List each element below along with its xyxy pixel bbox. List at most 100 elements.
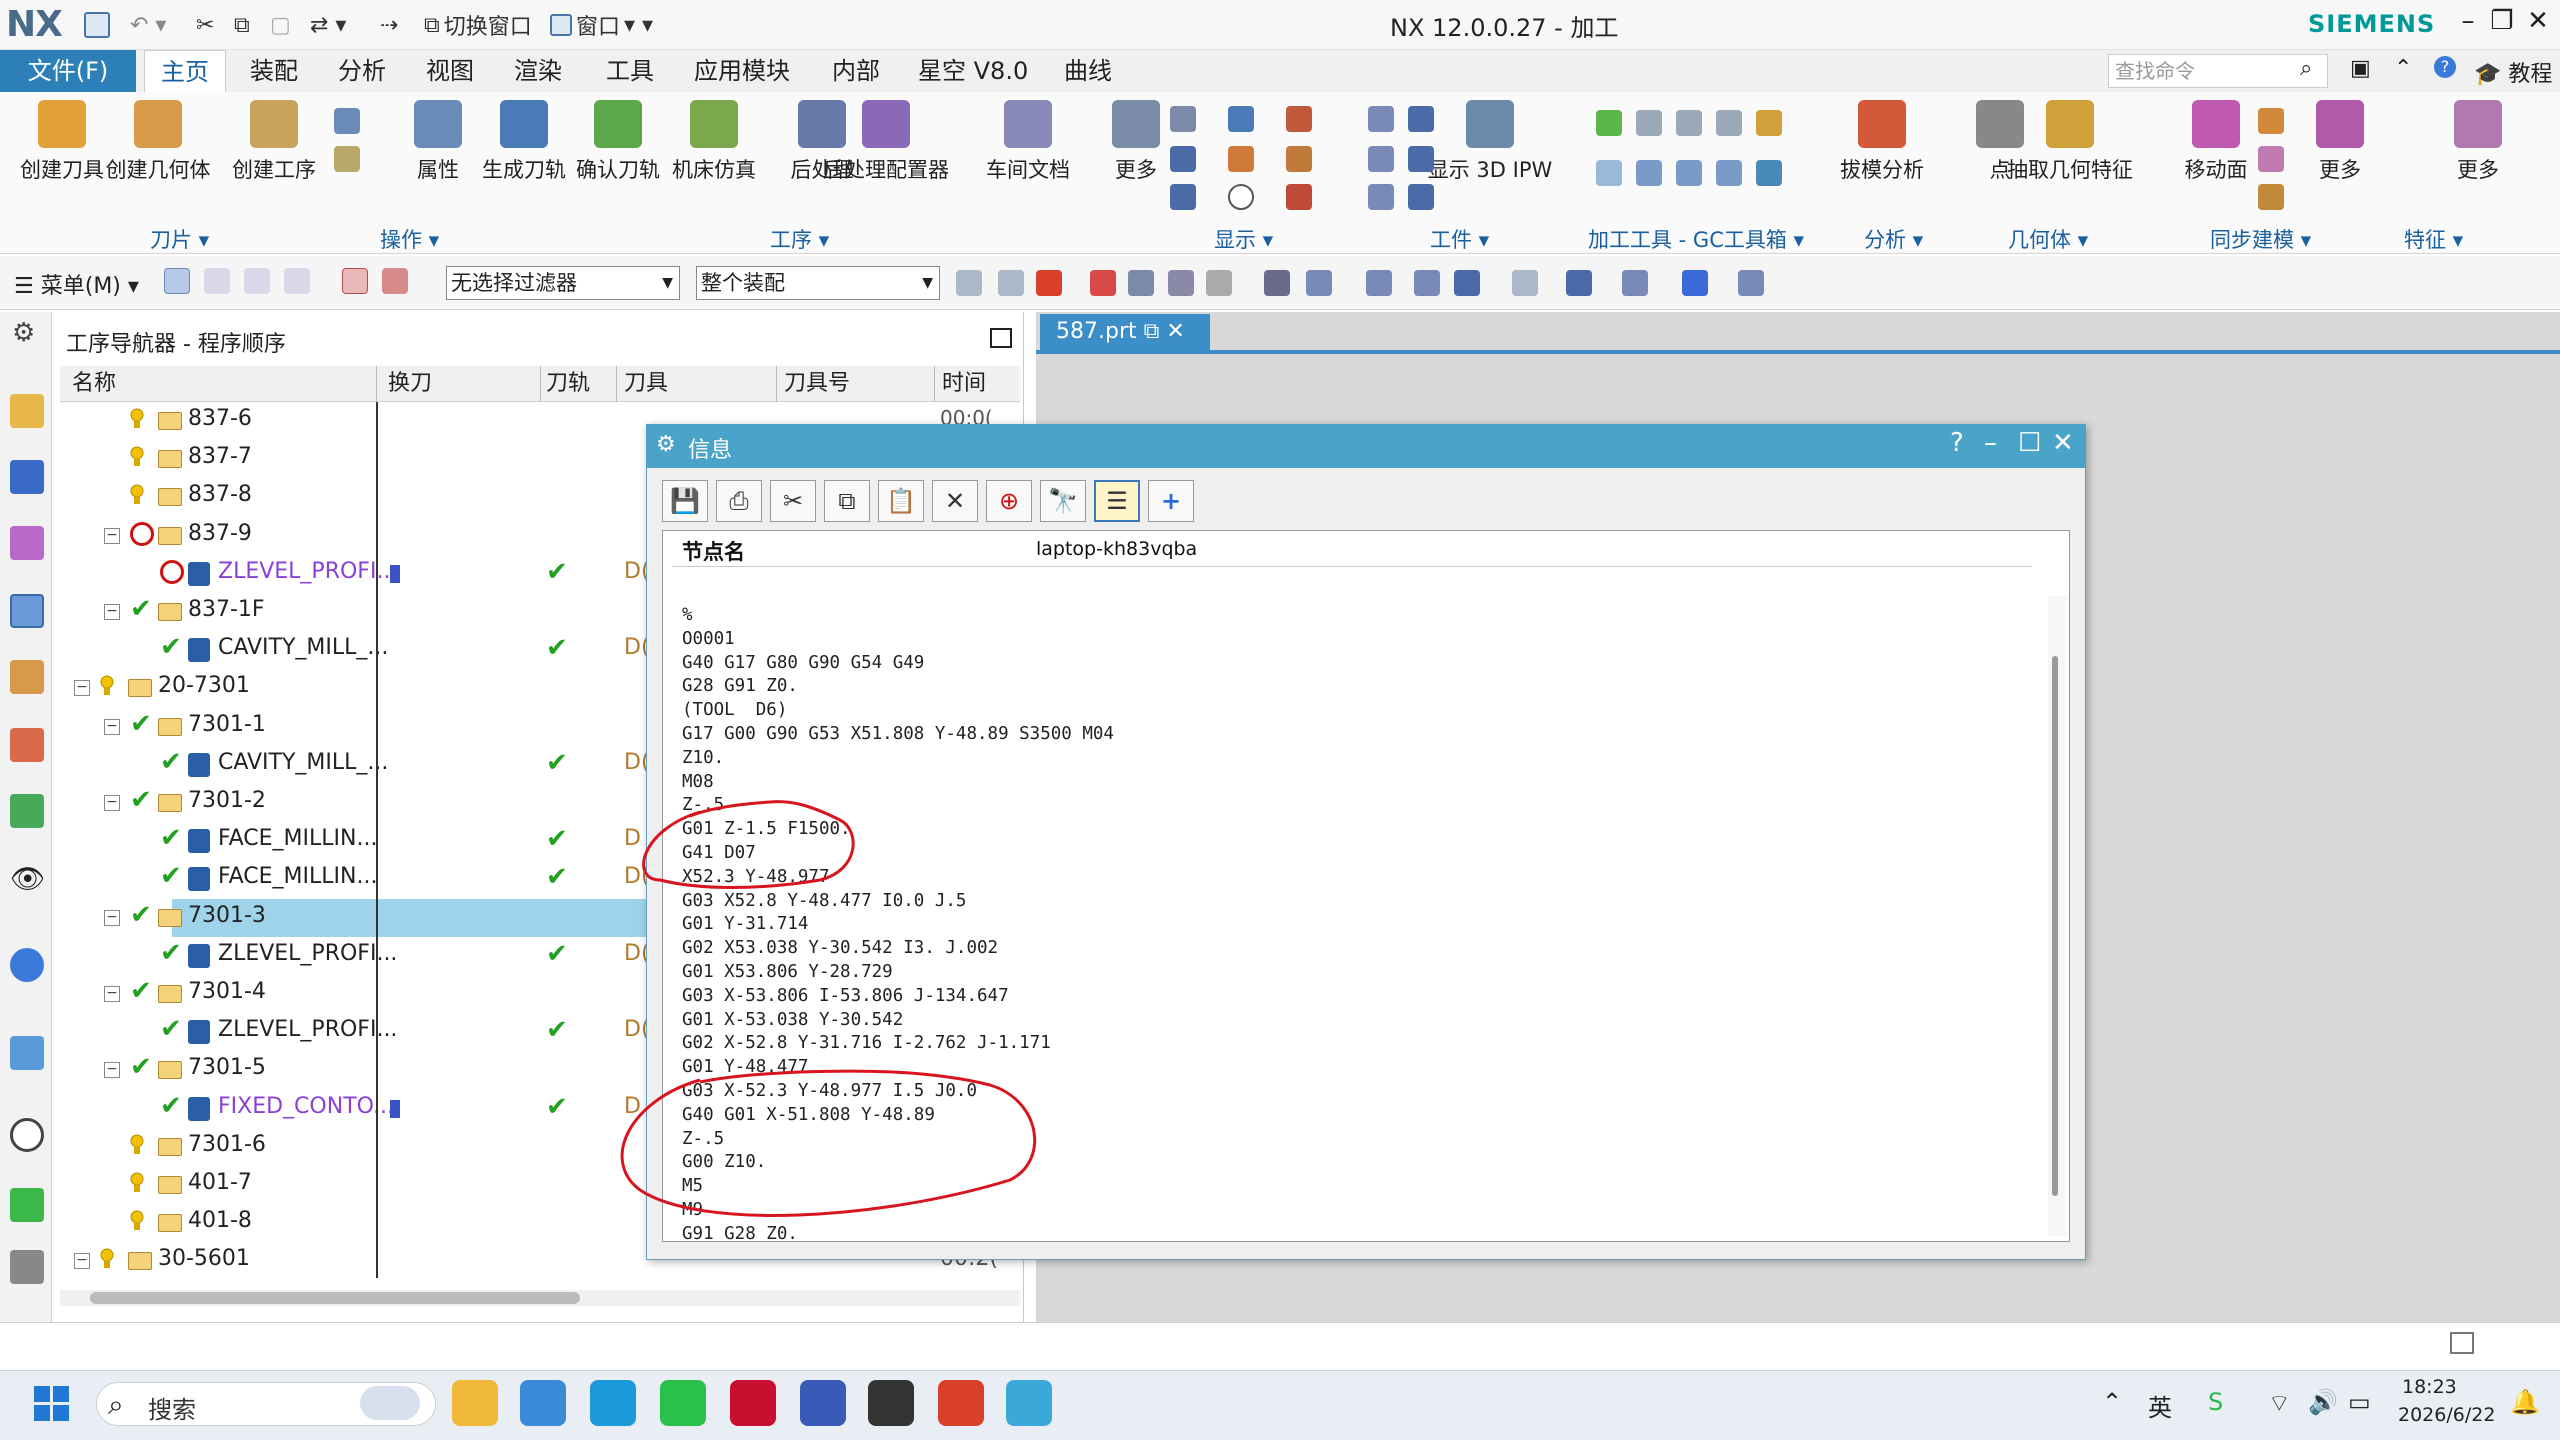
ribbon-group-7[interactable]: 几何体 ▾	[2008, 224, 2088, 254]
view-toolbar-icon-4[interactable]	[1128, 270, 1154, 296]
view-toolbar-icon-13[interactable]	[1566, 270, 1592, 296]
ribbon-collapse-icon[interactable]: ⌃	[2394, 56, 2412, 81]
ribbon-button-4[interactable]: 生成刀轨	[478, 100, 570, 200]
column-tool-change[interactable]: 换刀	[388, 366, 432, 402]
gc-tool-icon-2[interactable]	[1636, 110, 1662, 136]
display-icon-7[interactable]	[1170, 184, 1196, 210]
ribbon-button-12[interactable]: 拔模分析	[1836, 100, 1928, 200]
ribbon-button-16[interactable]: 更多	[2294, 100, 2386, 200]
gc-tool-icon-4[interactable]	[1716, 110, 1742, 136]
reuse-library-icon[interactable]	[10, 728, 44, 762]
ribbon-button-14[interactable]: 抽取几何特征	[2007, 100, 2133, 200]
view-toolbar-icon-16[interactable]	[1738, 270, 1764, 296]
column-toolpath[interactable]: 刀轨	[546, 366, 590, 402]
machine-navigator-icon[interactable]	[10, 660, 44, 694]
select-icon-3[interactable]	[244, 268, 270, 294]
close-tab-icon[interactable]: ✕	[1166, 319, 1184, 344]
view-toolbar-icon-12[interactable]	[1512, 270, 1538, 296]
ribbon-button-15[interactable]: 移动面	[2170, 100, 2262, 200]
gc-tool-icon-10[interactable]	[1756, 160, 1782, 186]
terminal-icon[interactable]	[868, 1380, 914, 1426]
small-tool-icon-2[interactable]	[334, 146, 360, 172]
clock-time[interactable]: 18:23	[2402, 1376, 2457, 1398]
info-dialog-titlebar[interactable]	[646, 424, 2086, 468]
ribbon-button-17[interactable]: 更多	[2432, 100, 2524, 200]
select-icon-4[interactable]	[284, 268, 310, 294]
select-icon-6[interactable]	[382, 268, 408, 294]
cut-icon[interactable]: ✂	[196, 8, 214, 42]
workpiece-icon-4[interactable]	[1408, 146, 1434, 172]
tree-toggle-icon[interactable]: −	[104, 1062, 120, 1079]
copy-icon[interactable]: ⧉	[234, 8, 250, 42]
tree-toggle-icon[interactable]: −	[74, 680, 90, 697]
part-navigator-icon[interactable]	[10, 526, 44, 560]
assembly-navigator-icon[interactable]	[10, 394, 44, 428]
help-icon[interactable]: ?	[2434, 56, 2456, 78]
copy-info-icon[interactable]: ⧉	[824, 480, 870, 522]
dialog-maximize-button[interactable]: ☐	[2018, 428, 2041, 458]
popout-icon[interactable]: ⧉	[1144, 319, 1160, 344]
tab-home[interactable]: 主页	[144, 50, 226, 92]
workpiece-icon-1[interactable]	[1368, 106, 1394, 132]
roles-icon[interactable]	[10, 1250, 44, 1284]
display-icon-2[interactable]	[1228, 106, 1254, 132]
clock-date[interactable]: 2026/6/22	[2398, 1404, 2495, 1426]
history-icon[interactable]	[10, 1118, 44, 1152]
display-icon-3[interactable]	[1286, 106, 1312, 132]
gc-tool-icon-8[interactable]	[1676, 160, 1702, 186]
select-icon-1[interactable]	[164, 268, 190, 294]
tree-toggle-icon[interactable]: −	[104, 718, 120, 735]
select-icon-5[interactable]	[342, 268, 368, 294]
navigator-scroll-thumb[interactable]	[90, 1292, 580, 1304]
pen-icon[interactable]	[800, 1380, 846, 1426]
view-toolbar-icon-10[interactable]	[1414, 270, 1440, 296]
battery-icon[interactable]: ▭	[2348, 1388, 2371, 1416]
machining-knowledge-icon[interactable]	[10, 794, 44, 828]
web-browser-icon[interactable]	[10, 1036, 44, 1070]
target-icon[interactable]: ⊕	[986, 480, 1032, 522]
tutorial-button[interactable]: 🎓 教程	[2474, 56, 2552, 88]
assembly-scope-select[interactable]: 整个装配 ▼	[696, 266, 940, 300]
tab-curve[interactable]: 曲线	[1064, 50, 1112, 92]
view-toolbar-icon-0[interactable]	[956, 270, 982, 296]
sync-icon-2[interactable]	[2258, 146, 2284, 172]
column-name[interactable]: 名称	[72, 366, 116, 402]
workpiece-icon-5[interactable]	[1368, 184, 1394, 210]
ribbon-group-5[interactable]: 加工工具 - GC工具箱 ▾	[1588, 224, 1804, 254]
edge-icon[interactable]	[590, 1380, 636, 1426]
column-tool[interactable]: 刀具	[624, 366, 668, 402]
ribbon-group-4[interactable]: 工件 ▾	[1430, 224, 1489, 254]
tab-internal[interactable]: 内部	[832, 50, 880, 92]
process-studio-icon[interactable]	[10, 1188, 44, 1222]
ribbon-button-10[interactable]: 更多	[1090, 100, 1182, 200]
ime-icon[interactable]: 英	[2148, 1388, 2172, 1423]
nx-app-icon[interactable]	[730, 1380, 776, 1426]
gc-tool-icon-9[interactable]	[1716, 160, 1742, 186]
display-icon-6[interactable]	[1286, 146, 1312, 172]
add-icon[interactable]: +	[1148, 480, 1194, 522]
view-toolbar-icon-8[interactable]	[1306, 270, 1332, 296]
ribbon-button-0[interactable]: 创建刀具	[16, 100, 108, 200]
view-toolbar-icon-14[interactable]	[1622, 270, 1648, 296]
sync-icon-3[interactable]	[2258, 184, 2284, 210]
view-toolbar-icon-2[interactable]	[1036, 270, 1062, 296]
tab-render[interactable]: 渲染	[514, 50, 562, 92]
app-icon-2[interactable]	[520, 1380, 566, 1426]
wifi-icon[interactable]: ⌔	[2268, 1388, 2291, 1418]
select-icon-2[interactable]	[204, 268, 230, 294]
restore-window-button[interactable]: ❐	[2482, 6, 2522, 42]
delete-icon[interactable]: ✕	[932, 480, 978, 522]
gc-tool-icon-7[interactable]	[1636, 160, 1662, 186]
small-tool-icon[interactable]	[334, 108, 360, 134]
globe-icon[interactable]	[1006, 1380, 1052, 1426]
gc-tool-icon-5[interactable]	[1756, 110, 1782, 136]
notification-icon[interactable]: 🔔	[2510, 1388, 2540, 1416]
grid-app-icon[interactable]	[938, 1380, 984, 1426]
ribbon-group-2[interactable]: 工序 ▾	[770, 224, 829, 254]
view-toolbar-icon-5[interactable]	[1168, 270, 1194, 296]
code-scroll-thumb[interactable]	[2052, 656, 2058, 1196]
repeat-command-icon[interactable]: ⇄ ▾	[310, 8, 346, 42]
navigator-row[interactable]: − ✔ 7301-3	[104, 898, 728, 937]
display-icon-5[interactable]	[1228, 146, 1254, 172]
dialog-help-button[interactable]: ?	[1950, 428, 1964, 458]
